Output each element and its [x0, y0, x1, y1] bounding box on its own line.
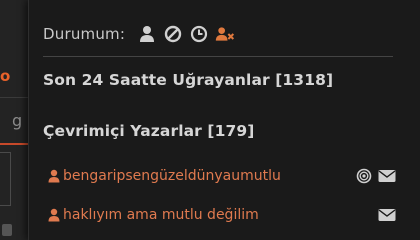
status-row: Durumum: [43, 23, 235, 45]
mail-icon[interactable] [378, 207, 396, 223]
online-writers-heading[interactable]: Çevrimiçi Yazarlar [179] [43, 122, 254, 140]
background-divider [0, 97, 28, 98]
background-glyph: g [12, 111, 23, 130]
background-box [0, 152, 11, 206]
user-actions [378, 205, 396, 225]
user-icon [48, 208, 60, 222]
user-icon[interactable] [137, 24, 157, 44]
background-accent-line [0, 143, 28, 145]
background-scroll-handle[interactable] [2, 224, 12, 236]
online-panel: Durumum: Son 24 Saatte Uğrayanlar [1318]… [28, 0, 420, 240]
mail-icon[interactable] [378, 168, 396, 184]
user-list-item[interactable]: bengaripsengüzeldünyaumutlu [48, 166, 281, 186]
background-accent-letter: o [0, 67, 11, 85]
target-icon[interactable] [355, 168, 373, 184]
user-name-link[interactable]: bengaripsengüzeldünyaumutlu [63, 168, 281, 184]
app-window: o g Durumum: Son 24 Saatte Uğrayanlar [1… [0, 0, 420, 240]
recent-visitors-link[interactable]: Son 24 Saatte Uğrayanlar [1318] [43, 71, 333, 89]
ban-icon[interactable] [163, 24, 183, 44]
user-name-link[interactable]: haklıyım ama mutlu değilim [63, 207, 259, 223]
status-label: Durumum: [43, 25, 126, 43]
user-actions [355, 166, 396, 186]
user-list-item[interactable]: haklıyım ama mutlu değilim [48, 205, 259, 225]
clock-icon[interactable] [189, 24, 209, 44]
user-icon [48, 169, 60, 183]
user-x-icon[interactable] [215, 24, 235, 44]
status-divider [43, 56, 393, 57]
